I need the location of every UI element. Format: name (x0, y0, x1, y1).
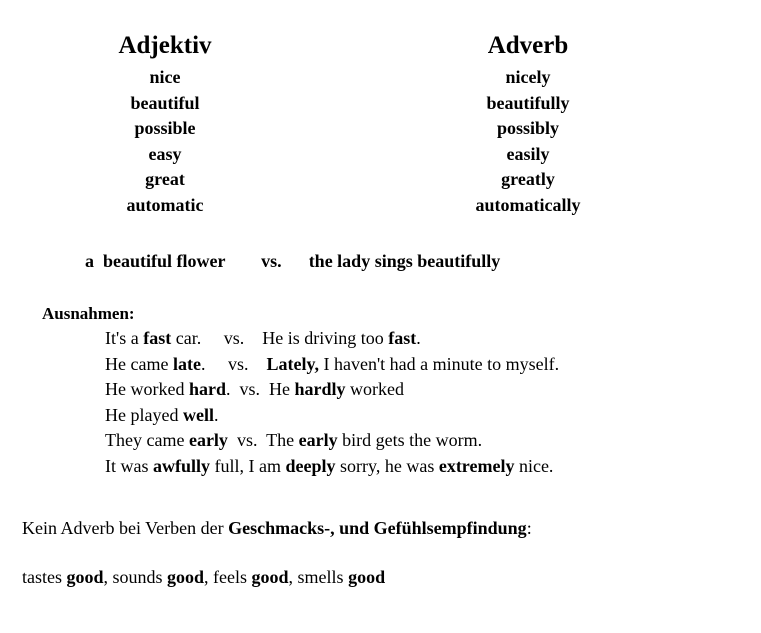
exception-left-bold: fast (143, 328, 172, 348)
intensifier-bold3: extremely (438, 455, 515, 476)
table-header-row: Adjektiv Adverb (0, 30, 761, 65)
exception-left-post: car. (171, 328, 202, 348)
exceptions-section: Ausnahmen: It's a fast car. vs. He is dr… (42, 302, 742, 479)
final-seg4: , smells (288, 567, 349, 587)
adverb-cell: beautifully (486, 92, 570, 113)
note-prefix: Kein Adverb bei Verben der (22, 518, 229, 538)
main-example-right: the lady sings beautifully (308, 251, 501, 271)
exception-sep-gap (231, 379, 240, 399)
exception-sep-gap2 (244, 328, 262, 348)
adverb-cell: nicely (505, 67, 551, 87)
final-bold1: good (66, 567, 104, 587)
table-row: possible possibly (0, 116, 761, 142)
table-row: beautiful beautifully (0, 91, 761, 117)
final-bold2: good (167, 567, 205, 587)
main-example-left: a beautiful flower (85, 251, 226, 271)
exception-line: It's a fast car. vs. He is driving too f… (105, 326, 742, 352)
exception-sep-gap (201, 328, 224, 348)
exception-line: He came late. vs. Lately, I haven't had … (105, 352, 742, 378)
main-contrast-example: a beautiful flower vs. the lady sings be… (85, 249, 500, 273)
adverb-cell: automatically (475, 194, 581, 215)
table-row: nice nicely (0, 65, 761, 91)
exception-right-bold: fast (388, 328, 417, 348)
table-row: great greatly (0, 167, 761, 193)
exception-left-pre: He played (105, 404, 183, 425)
exception-sep-gap2 (248, 354, 266, 374)
sense-verbs-note: Kein Adverb bei Verben der Geschmacks-, … (22, 516, 532, 540)
exception-sep-gap2 (260, 379, 269, 399)
final-bold3: good (251, 567, 289, 587)
exception-left-bold: early (188, 430, 228, 450)
exception-left-bold: well (182, 404, 214, 425)
adjective-adverb-table: Adjektiv Adverb nice nicely beautiful be… (0, 30, 761, 218)
exception-right-bold: hardly (294, 379, 346, 399)
exception-left-post: . (213, 404, 219, 425)
exceptions-list: It's a fast car. vs. He is driving too f… (105, 326, 742, 479)
exception-line: He played well. (105, 403, 742, 429)
exception-right-pre: He is driving too (262, 328, 389, 348)
exception-separator: vs. (239, 379, 261, 399)
intensifier-seg4: nice. (514, 455, 554, 476)
table-row: automatic automatically (0, 193, 761, 219)
adverb-intensifier-line: It was awfully full, I am deeply sorry, … (105, 454, 742, 480)
exception-left-pre: They came (105, 430, 189, 450)
exception-right-bold: Lately, (266, 353, 319, 374)
main-example-gap-left (225, 251, 261, 271)
exception-left-pre: He came (105, 353, 173, 374)
adverb-cell: greatly (501, 169, 555, 189)
final-bold4: good (348, 567, 386, 587)
exception-left-bold: hard (188, 379, 226, 399)
intensifier-seg1: It was (105, 455, 153, 476)
exception-line: They came early vs. The early bird gets … (105, 428, 742, 454)
final-seg1: tastes (22, 567, 67, 587)
exceptions-title: Ausnahmen: (42, 304, 135, 323)
adverb-cell: possibly (496, 118, 560, 138)
adjective-cell: beautiful (130, 92, 200, 113)
exception-right-bold: early (298, 430, 338, 450)
exception-left-pre: It's a (105, 328, 144, 348)
exception-right-post: I haven't had a minute to myself. (318, 353, 560, 374)
adjective-cell: great (145, 169, 185, 189)
exception-left-bold: late (172, 353, 201, 374)
adverb-cell: easily (506, 143, 550, 164)
exception-line: He worked hard. vs. He hardly worked (105, 377, 742, 403)
column-header-adverb: Adverb (487, 32, 569, 59)
worksheet-page: Adjektiv Adverb nice nicely beautiful be… (0, 0, 761, 633)
intensifier-bold2: deeply (285, 455, 336, 476)
note-bold: Geschmacks-, und Gefühlsempfindung (228, 518, 527, 538)
adjective-cell: easy (148, 143, 182, 164)
exception-right-post: worked (345, 379, 405, 399)
exception-separator: vs. (236, 430, 258, 450)
intensifier-seg3: sorry, he was (335, 455, 439, 476)
adjective-cell: possible (134, 118, 196, 138)
exception-sep-gap (205, 354, 228, 374)
adjective-cell: automatic (126, 194, 204, 215)
exception-right-pre: The (266, 430, 299, 450)
intensifier-seg2: full, I am (210, 455, 286, 476)
exception-sep-gap2 (257, 430, 266, 450)
sense-verbs-examples: tastes good, sounds good, feels good, sm… (22, 565, 385, 589)
main-example-gap-right (282, 251, 309, 271)
column-header-adjektiv: Adjektiv (118, 32, 212, 59)
exception-left-pre: He worked (105, 379, 189, 399)
final-seg2: , sounds (103, 567, 168, 587)
table-row: easy easily (0, 142, 761, 168)
final-seg3: , feels (204, 567, 252, 587)
adjective-cell: nice (149, 67, 181, 87)
note-suffix: : (526, 518, 532, 538)
exception-right-post: . (416, 328, 421, 348)
main-example-separator: vs. (261, 251, 282, 271)
exception-separator: vs. (223, 328, 245, 348)
intensifier-bold1: awfully (153, 455, 211, 476)
exception-separator: vs. (227, 353, 249, 374)
exception-right-post: bird gets the worm. (337, 430, 483, 450)
exception-sep-gap (228, 430, 237, 450)
exception-right-pre: He (269, 379, 295, 399)
